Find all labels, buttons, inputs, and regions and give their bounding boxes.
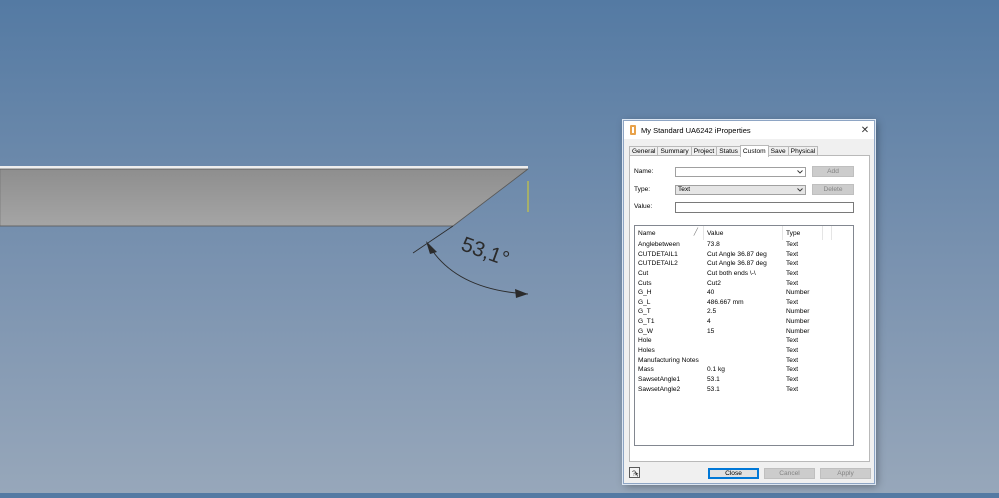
custom-properties-list[interactable]: Name ╱ Value Type Anglebetween 73.8 Text C… (634, 225, 854, 446)
angle-dimension-text[interactable]: 53,1° (458, 233, 512, 271)
column-header-name[interactable]: Name ╱ (635, 226, 704, 240)
table-row[interactable]: Manufacturing Notes Text (635, 356, 853, 366)
type-label: Type: (634, 186, 651, 193)
table-row[interactable]: CUTDETAIL2 Cut Angle 36.87 deg Text (635, 259, 853, 269)
type-combobox[interactable]: Text (675, 185, 806, 195)
type-combobox-value: Text (678, 186, 691, 193)
table-row[interactable]: SawsetAngle1 53.1 Text (635, 375, 853, 385)
svg-text:?: ? (632, 470, 636, 477)
table-row[interactable]: G_T 2.5 Number (635, 307, 853, 317)
beam-part[interactable] (0, 166, 529, 227)
sort-indicator-icon: ╱ (693, 229, 698, 236)
dimension-arrow-end-icon (515, 289, 528, 298)
cancel-button[interactable]: Cancel (764, 468, 815, 479)
name-combobox[interactable] (675, 167, 806, 177)
column-header-value[interactable]: Value (704, 226, 783, 240)
delete-button[interactable]: Delete (812, 184, 854, 195)
beam-top-edge[interactable] (0, 166, 528, 169)
inventor-iproperties-icon (628, 125, 637, 135)
table-row[interactable]: G_H 40 Number (635, 288, 853, 298)
table-row[interactable]: G_T1 4 Number (635, 317, 853, 327)
list-rows: Anglebetween 73.8 Text CUTDETAIL1 Cut Angle… (635, 240, 853, 394)
help-pointer-icon[interactable]: ? (629, 467, 640, 478)
iproperties-dialog: My Standard UA6242 iProperties ✕ General… (623, 120, 875, 484)
table-row[interactable]: Anglebetween 73.8 Text (635, 240, 853, 250)
table-row[interactable]: CUTDETAIL1 Cut Angle 36.87 deg Text (635, 250, 853, 260)
chevron-down-icon[interactable] (796, 186, 804, 194)
table-row[interactable]: Holes Text (635, 346, 853, 356)
column-header-filler (823, 226, 832, 240)
tab-custom[interactable]: Custom (739, 145, 769, 157)
add-button[interactable]: Add (812, 166, 854, 177)
dimension-arrow-start-icon (426, 241, 437, 254)
table-row[interactable]: Cuts Cut2 Text (635, 279, 853, 289)
table-row[interactable]: G_L 486.667 mm Text (635, 298, 853, 308)
custom-tab-panel: Name: Add Type: Text Delete Value: Name … (629, 155, 870, 462)
name-label: Name: (634, 168, 654, 175)
table-row[interactable]: SawsetAngle2 53.1 Text (635, 385, 853, 395)
chevron-down-icon[interactable] (796, 168, 804, 176)
beam-face[interactable] (0, 169, 528, 226)
apply-button[interactable]: Apply (820, 468, 871, 479)
table-row[interactable]: Mass 0.1 kg Text (635, 365, 853, 375)
value-input[interactable] (675, 202, 854, 213)
dialog-title: My Standard UA6242 iProperties (641, 125, 751, 135)
close-icon[interactable]: ✕ (856, 121, 874, 139)
angle-dimension[interactable]: 53,1° (412, 225, 529, 298)
dialog-titlebar[interactable]: My Standard UA6242 iProperties ✕ (624, 121, 874, 139)
table-row[interactable]: Hole Text (635, 336, 853, 346)
close-button[interactable]: Close (708, 468, 759, 479)
table-row[interactable]: Cut Cut both ends \-\ Text (635, 269, 853, 279)
value-label: Value: (634, 203, 653, 210)
list-header: Name ╱ Value Type (635, 226, 853, 240)
dialog-button-bar: ? Close Cancel Apply (624, 465, 874, 483)
table-row[interactable]: G_W 15 Number (635, 327, 853, 337)
column-header-type[interactable]: Type (783, 226, 823, 240)
